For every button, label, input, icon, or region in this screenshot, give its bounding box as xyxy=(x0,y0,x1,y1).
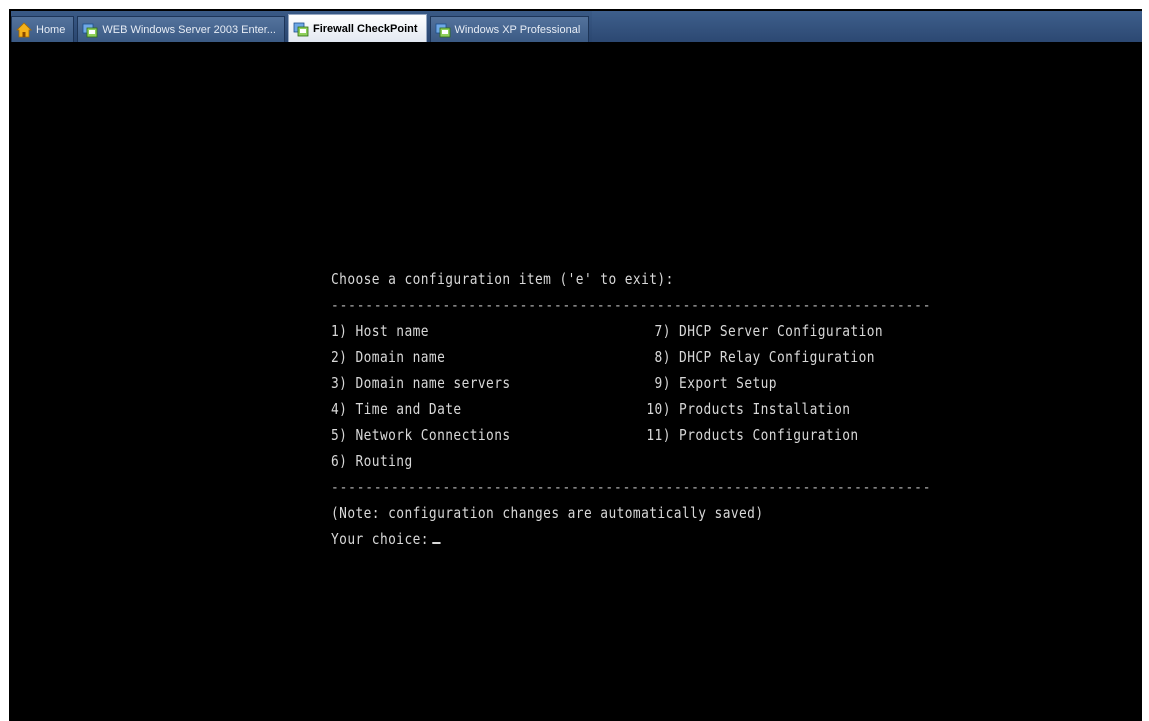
menu-item-dhcp-relay: 8) DHCP Relay Configuration xyxy=(646,348,875,366)
tab-home-label: Home xyxy=(36,23,66,36)
menu-prompt-title: Choose a configuration item ('e' to exit… xyxy=(331,270,674,288)
vm-console-window: Home WEB Windows Server 2003 Enter... Fi… xyxy=(9,9,1142,721)
terminal-console[interactable]: Choose a configuration item ('e' to exit… xyxy=(11,42,1142,721)
menu-item-products-installation: 10) Products Installation xyxy=(646,400,851,418)
menu-item-products-configuration: 11) Products Configuration xyxy=(646,426,859,444)
vm-tab-bar: Home WEB Windows Server 2003 Enter... Fi… xyxy=(11,11,1142,42)
menu-row: 4) Time and Date 10) Products Installati… xyxy=(331,396,931,422)
menu-item-routing: 6) Routing xyxy=(331,452,413,470)
menu-row: 3) Domain name servers 9) Export Setup xyxy=(331,370,931,396)
tab-web-windows-server-label: WEB Windows Server 2003 Enter... xyxy=(102,23,276,36)
terminal-text: Choose a configuration item ('e' to exit… xyxy=(331,266,931,552)
autosave-note: (Note: configuration changes are automat… xyxy=(331,504,764,522)
menu-item-export-setup: 9) Export Setup xyxy=(646,374,777,392)
separator-bottom: ----------------------------------------… xyxy=(331,478,932,496)
choice-prompt-label: Your choice: xyxy=(331,530,429,548)
menu-item-host-name: 1) Host name xyxy=(331,322,429,340)
choice-prompt-line[interactable]: Your choice: xyxy=(331,526,931,552)
menu-row: 1) Host name 7) DHCP Server Configuratio… xyxy=(331,318,931,344)
tab-home[interactable]: Home xyxy=(11,16,75,42)
text-cursor xyxy=(432,528,441,544)
vm-icon xyxy=(435,23,450,37)
menu-row: 6) Routing xyxy=(331,448,931,474)
tab-firewall-checkpoint-label: Firewall CheckPoint xyxy=(312,22,418,35)
menu-row: 5) Network Connections 11) Products Conf… xyxy=(331,422,931,448)
menu-item-domain-name: 2) Domain name xyxy=(331,348,446,366)
vm-icon xyxy=(82,23,98,37)
menu-item-dhcp-server: 7) DHCP Server Configuration xyxy=(646,322,884,340)
separator-top: ----------------------------------------… xyxy=(331,296,932,314)
tab-firewall-checkpoint[interactable]: Firewall CheckPoint xyxy=(287,14,427,42)
menu-row: 2) Domain name 8) DHCP Relay Configurati… xyxy=(331,344,931,370)
tab-windows-xp-professional-label: Windows XP Professional xyxy=(454,23,581,36)
menu-item-time-and-date: 4) Time and Date xyxy=(331,400,462,418)
menu-item-domain-name-servers: 3) Domain name servers xyxy=(331,374,511,392)
tab-bar-empty-area xyxy=(592,11,1142,42)
menu-item-network-connections: 5) Network Connections xyxy=(331,426,511,444)
vm-icon xyxy=(293,22,309,36)
home-icon xyxy=(16,21,32,37)
tab-windows-xp-professional[interactable]: Windows XP Professional xyxy=(429,16,590,42)
tab-web-windows-server[interactable]: WEB Windows Server 2003 Enter... xyxy=(77,16,285,42)
